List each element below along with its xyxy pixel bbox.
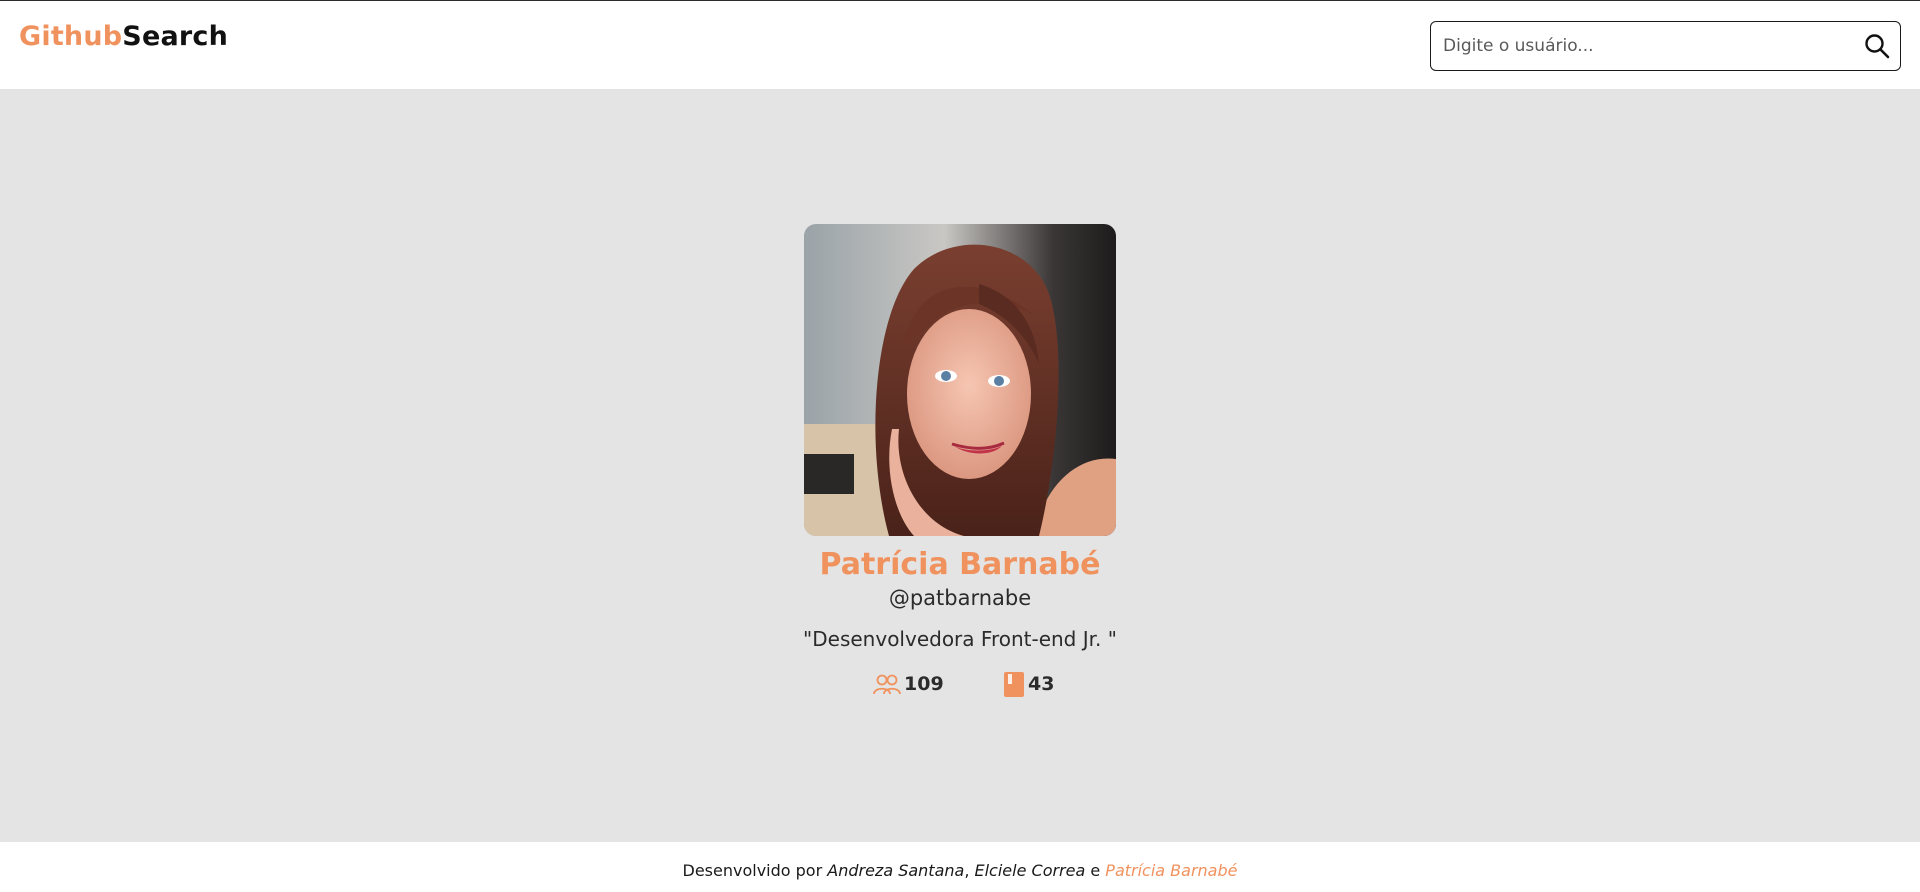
footer-author-andreza: Andreza Santana xyxy=(827,861,965,880)
book-icon xyxy=(1004,672,1024,697)
profile-name: Patrícia Barnabé xyxy=(819,547,1101,582)
logo-accent-text: Github xyxy=(19,21,123,52)
footer-author-elciele: Elciele Correa xyxy=(974,861,1086,880)
people-icon xyxy=(873,674,901,695)
avatar-photo xyxy=(804,224,1116,536)
footer-separator-1: , xyxy=(964,861,975,880)
search-button[interactable] xyxy=(1862,31,1892,61)
avatar xyxy=(804,224,1116,536)
profile-bio: "Desenvolvedora Front-end Jr. " xyxy=(803,627,1117,651)
profile-login: @patbarnabe xyxy=(888,586,1032,610)
app-logo[interactable]: GithubSearch xyxy=(19,21,228,52)
search-box xyxy=(1430,21,1901,71)
footer: Desenvolvido por Andreza Santana, Elciel… xyxy=(0,842,1920,892)
search-icon xyxy=(1865,34,1890,59)
followers-stat: 109 xyxy=(872,667,944,701)
footer-author-patricia: Patrícia Barnabé xyxy=(1105,861,1238,880)
main-content: Patrícia Barnabé @patbarnabe "Desenvolve… xyxy=(0,89,1920,842)
followers-count: 109 xyxy=(904,673,944,695)
top-bar: GithubSearch xyxy=(0,0,1920,89)
repositories-count: 43 xyxy=(1028,673,1055,695)
footer-prefix: Desenvolvido por xyxy=(682,861,828,880)
logo-rest-text: Search xyxy=(122,21,229,52)
repositories-stat: 43 xyxy=(1002,667,1054,701)
search-input[interactable] xyxy=(1441,30,1841,62)
footer-separator-2: e xyxy=(1085,861,1106,880)
